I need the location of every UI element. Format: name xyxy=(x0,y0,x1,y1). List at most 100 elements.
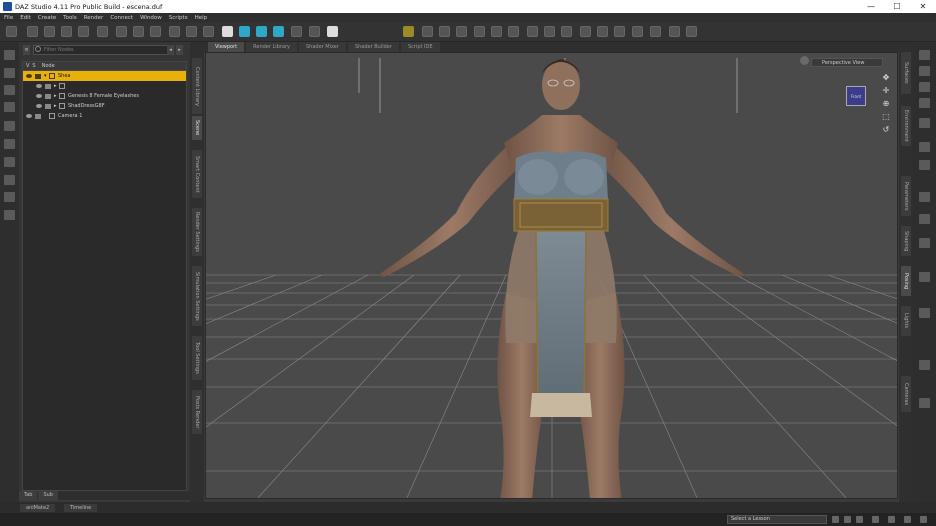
frame-control-icon[interactable]: ⬚ xyxy=(881,112,891,122)
gallery-icon[interactable] xyxy=(686,26,697,37)
render-album-icon[interactable] xyxy=(291,26,302,37)
settings-gear-icon[interactable] xyxy=(4,210,15,220)
view-options-icon[interactable] xyxy=(800,56,809,65)
pose-icon[interactable] xyxy=(919,214,930,224)
tab-lights[interactable]: Lights xyxy=(901,306,911,336)
tab-cameras[interactable]: Cameras xyxy=(901,376,911,412)
render-settings-icon[interactable] xyxy=(273,26,284,37)
scale-icon[interactable] xyxy=(508,26,519,37)
person-icon[interactable] xyxy=(919,98,930,108)
magnet-icon[interactable] xyxy=(544,26,555,37)
tab-animate2[interactable]: aniMate2 xyxy=(20,504,56,512)
tab-tool-settings[interactable]: Tool Settings xyxy=(192,336,202,380)
scene-filter-input[interactable]: Filter Nodes xyxy=(33,45,173,55)
3d-viewport[interactable]: Perspective View Front ✥ ✛ ⊕ ⬚ ↺ xyxy=(205,52,898,499)
export-icon[interactable] xyxy=(4,139,15,149)
open-file-icon[interactable] xyxy=(4,68,15,78)
redo-icon[interactable] xyxy=(4,175,15,185)
tab-posts-render[interactable]: Posts Render xyxy=(192,390,202,434)
lesson-menu-icon[interactable] xyxy=(888,516,895,523)
tree-row-dress[interactable]: ▸ ShadDressG8F xyxy=(23,101,186,111)
tab-posing[interactable]: Posing xyxy=(901,266,911,296)
selectable-icon[interactable] xyxy=(45,83,51,89)
tab-shader-builder[interactable]: Shader Builder xyxy=(347,42,399,52)
tab-environment[interactable]: Environment xyxy=(901,106,911,146)
light-bulb-icon[interactable] xyxy=(919,118,930,128)
visibility-eye-icon[interactable] xyxy=(36,84,42,88)
lesson-close-icon[interactable] xyxy=(904,516,911,523)
tab-timeline[interactable]: Timeline xyxy=(64,504,98,512)
content-icon[interactable] xyxy=(309,26,320,37)
iray-icon[interactable] xyxy=(239,26,250,37)
geometry-editor-icon[interactable] xyxy=(133,26,144,37)
selectable-icon[interactable] xyxy=(35,113,41,119)
lesson-prev-icon[interactable] xyxy=(832,516,839,523)
animation-icon[interactable] xyxy=(919,360,930,370)
render-side-icon[interactable] xyxy=(919,160,930,170)
translate-tool-icon[interactable] xyxy=(61,26,72,37)
undo-icon[interactable] xyxy=(4,157,15,167)
save-icon[interactable] xyxy=(4,102,15,112)
tab-surfaces[interactable]: Surfaces xyxy=(901,52,911,94)
materials-icon[interactable] xyxy=(919,308,930,318)
zoom-control-icon[interactable]: ⊕ xyxy=(881,99,891,109)
rotate-tool-icon[interactable] xyxy=(44,26,55,37)
tab-parameters[interactable]: Parameters xyxy=(901,176,911,216)
orbit-control-icon[interactable]: ✥ xyxy=(881,73,891,83)
region-icon[interactable] xyxy=(632,26,643,37)
grid-icon[interactable] xyxy=(614,26,625,37)
visibility-eye-icon[interactable] xyxy=(36,94,42,98)
region-nav-icon[interactable] xyxy=(186,26,197,37)
joint-tool-icon[interactable] xyxy=(97,26,108,37)
lesson-next-icon[interactable] xyxy=(856,516,863,523)
tree-row-child[interactable]: ▸ xyxy=(23,81,186,91)
selectable-icon[interactable] xyxy=(45,103,51,109)
column-selectable[interactable]: S xyxy=(32,63,35,69)
select-tool-icon[interactable] xyxy=(6,26,17,37)
sphere-icon[interactable] xyxy=(580,26,591,37)
camera-dropdown[interactable]: Perspective View xyxy=(811,58,883,67)
menu-file[interactable]: File xyxy=(4,15,13,21)
brush-icon[interactable] xyxy=(561,26,572,37)
tab-sub[interactable]: Sub xyxy=(38,491,58,500)
merge-icon[interactable] xyxy=(4,85,15,95)
menu-create[interactable]: Create xyxy=(38,15,56,21)
tree-row-camera[interactable]: Camera 1 xyxy=(23,111,186,121)
menu-scripts[interactable]: Scripts xyxy=(169,15,188,21)
menu-tools[interactable]: Tools xyxy=(63,15,77,21)
tab-content-library[interactable]: Content Library xyxy=(192,58,202,114)
tree-row-eyelashes[interactable]: ▸ Genesis 8 Female Eyelashes xyxy=(23,91,186,101)
visibility-eye-icon[interactable] xyxy=(26,114,32,118)
lesson-stop-icon[interactable] xyxy=(872,516,879,523)
pointer-icon[interactable] xyxy=(439,26,450,37)
next-page-icon[interactable]: ▸ xyxy=(176,45,183,55)
menu-connect[interactable]: Connect xyxy=(110,15,133,21)
lightning-icon[interactable] xyxy=(919,272,930,282)
render-icon[interactable] xyxy=(256,26,267,37)
monitor-icon[interactable] xyxy=(919,82,930,92)
tab-render-settings[interactable]: Render Settings xyxy=(192,208,202,256)
rotate-view-icon[interactable] xyxy=(456,26,467,37)
selectable-icon[interactable] xyxy=(35,73,41,79)
universal-tool-icon[interactable] xyxy=(27,26,38,37)
tab-shaping[interactable]: Shaping xyxy=(901,226,911,256)
minimize-button[interactable]: — xyxy=(858,0,884,13)
home-icon[interactable] xyxy=(919,50,930,60)
tab-scene[interactable]: Scene xyxy=(192,116,202,140)
move-icon[interactable] xyxy=(422,26,433,37)
library-icon[interactable] xyxy=(919,66,930,76)
shape-icon[interactable] xyxy=(919,238,930,248)
tab-render-library[interactable]: Render Library xyxy=(246,42,297,52)
column-node[interactable]: Node xyxy=(42,63,55,69)
visibility-eye-icon[interactable] xyxy=(36,104,42,108)
pan-control-icon[interactable]: ✛ xyxy=(881,86,891,96)
tab-shader-mixer[interactable]: Shader Mixer xyxy=(299,42,346,52)
timeline-icon[interactable] xyxy=(919,398,930,408)
frame-icon[interactable] xyxy=(650,26,661,37)
menu-window[interactable]: Window xyxy=(140,15,162,21)
spot-render-icon[interactable] xyxy=(150,26,161,37)
surface-selection-icon[interactable] xyxy=(169,26,180,37)
orbit-icon[interactable] xyxy=(474,26,485,37)
view-cube[interactable]: Front xyxy=(846,86,866,106)
import-icon[interactable] xyxy=(4,121,15,131)
